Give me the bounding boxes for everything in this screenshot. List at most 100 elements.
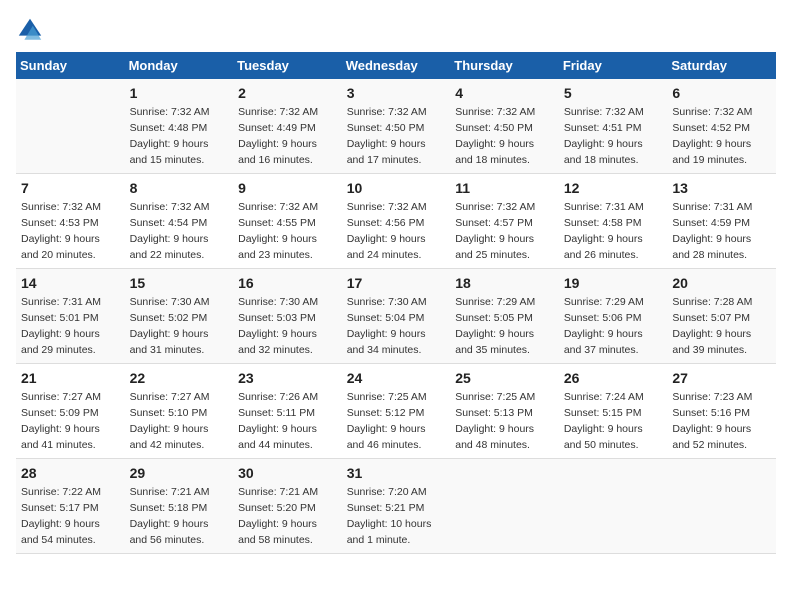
sunrise-info: Sunrise: 7:24 AM xyxy=(564,391,644,403)
sunset-info: Sunset: 4:48 PM xyxy=(130,122,208,134)
calendar-cell-w1-d6: 5Sunrise: 7:32 AMSunset: 4:51 PMDaylight… xyxy=(559,79,668,174)
sunrise-info: Sunrise: 7:32 AM xyxy=(455,106,535,118)
calendar-cell-w5-d3: 30Sunrise: 7:21 AMSunset: 5:20 PMDayligh… xyxy=(233,459,342,554)
sunrise-info: Sunrise: 7:26 AM xyxy=(238,391,318,403)
sunset-info: Sunset: 4:50 PM xyxy=(347,122,425,134)
sunrise-info: Sunrise: 7:28 AM xyxy=(672,296,752,308)
sunrise-info: Sunrise: 7:30 AM xyxy=(238,296,318,308)
daylight-info: Daylight: 9 hours and 50 minutes. xyxy=(564,423,643,451)
logo-icon xyxy=(16,16,44,44)
daylight-info: Daylight: 9 hours and 16 minutes. xyxy=(238,138,317,166)
sunset-info: Sunset: 4:55 PM xyxy=(238,217,316,229)
sunrise-info: Sunrise: 7:32 AM xyxy=(455,201,535,213)
daylight-info: Daylight: 9 hours and 18 minutes. xyxy=(455,138,534,166)
calendar-cell-w5-d4: 31Sunrise: 7:20 AMSunset: 5:21 PMDayligh… xyxy=(342,459,451,554)
daylight-info: Daylight: 9 hours and 54 minutes. xyxy=(21,518,100,546)
sunset-info: Sunset: 5:06 PM xyxy=(564,312,642,324)
week-row-1: 1 Sunrise: 7:32 AM Sunset: 4:48 PM Daylight… xyxy=(16,79,776,174)
sunset-info: Sunset: 5:15 PM xyxy=(564,407,642,419)
calendar-cell-w5-d5 xyxy=(450,459,559,554)
day-number: 27 xyxy=(672,368,771,388)
daylight-info: Daylight: 9 hours and 22 minutes. xyxy=(130,233,209,261)
daylight-info: Daylight: 9 hours and 29 minutes. xyxy=(21,328,100,356)
sunrise-info: Sunrise: 7:25 AM xyxy=(455,391,535,403)
sunset-info: Sunset: 4:51 PM xyxy=(564,122,642,134)
day-number: 7 xyxy=(21,178,120,198)
sunrise-info: Sunrise: 7:25 AM xyxy=(347,391,427,403)
day-number: 26 xyxy=(564,368,663,388)
sunset-info: Sunset: 4:49 PM xyxy=(238,122,316,134)
day-number: 14 xyxy=(21,273,120,293)
sunset-info: Sunset: 5:10 PM xyxy=(130,407,208,419)
calendar-cell-w4-d4: 24Sunrise: 7:25 AMSunset: 5:12 PMDayligh… xyxy=(342,364,451,459)
day-number: 17 xyxy=(347,273,446,293)
sunrise-info: Sunrise: 7:30 AM xyxy=(130,296,210,308)
logo xyxy=(16,16,48,44)
calendar-cell-w2-d5: 11 Sunrise: 7:32 AM Sunset: 4:57 PM Dayligh… xyxy=(450,174,559,269)
sunrise-info: Sunrise: 7:32 AM xyxy=(238,201,318,213)
sunrise-info: Sunrise: 7:31 AM xyxy=(672,201,752,213)
calendar-cell-w4-d3: 23Sunrise: 7:26 AMSunset: 5:11 PMDayligh… xyxy=(233,364,342,459)
day-number: 23 xyxy=(238,368,337,388)
day-number: 29 xyxy=(130,463,229,483)
daylight-info: Daylight: 9 hours and 35 minutes. xyxy=(455,328,534,356)
day-number: 30 xyxy=(238,463,337,483)
daylight-info: Daylight: 9 hours and 17 minutes. xyxy=(347,138,426,166)
weekday-header-wednesday: Wednesday xyxy=(342,52,451,79)
sunset-info: Sunset: 5:17 PM xyxy=(21,502,99,514)
sunrise-info: Sunrise: 7:32 AM xyxy=(130,106,210,118)
day-number: 3 xyxy=(347,83,446,103)
sunset-info: Sunset: 4:56 PM xyxy=(347,217,425,229)
sunrise-info: Sunrise: 7:22 AM xyxy=(21,486,101,498)
day-number: 6 xyxy=(672,83,771,103)
day-number: 22 xyxy=(130,368,229,388)
daylight-info: Daylight: 9 hours and 32 minutes. xyxy=(238,328,317,356)
weekday-header-monday: Monday xyxy=(125,52,234,79)
daylight-info: Daylight: 10 hours and 1 minute. xyxy=(347,518,432,546)
day-number: 19 xyxy=(564,273,663,293)
sunset-info: Sunset: 5:16 PM xyxy=(672,407,750,419)
calendar-cell-w4-d2: 22Sunrise: 7:27 AMSunset: 5:10 PMDayligh… xyxy=(125,364,234,459)
sunset-info: Sunset: 5:20 PM xyxy=(238,502,316,514)
daylight-info: Daylight: 9 hours and 28 minutes. xyxy=(672,233,751,261)
day-number: 9 xyxy=(238,178,337,198)
daylight-info: Daylight: 9 hours and 34 minutes. xyxy=(347,328,426,356)
sunset-info: Sunset: 4:58 PM xyxy=(564,217,642,229)
day-number: 1 xyxy=(130,83,229,103)
day-number: 16 xyxy=(238,273,337,293)
sunset-info: Sunset: 4:59 PM xyxy=(672,217,750,229)
calendar-cell-w1-d5: 4 Sunrise: 7:32 AM Sunset: 4:50 PM Daylight… xyxy=(450,79,559,174)
weekday-header-sunday: Sunday xyxy=(16,52,125,79)
sunset-info: Sunset: 5:02 PM xyxy=(130,312,208,324)
sunset-info: Sunset: 4:57 PM xyxy=(455,217,533,229)
calendar-cell-w2-d6: 12 Sunrise: 7:31 AM Sunset: 4:58 PM Dayligh… xyxy=(559,174,668,269)
daylight-info: Daylight: 9 hours and 25 minutes. xyxy=(455,233,534,261)
calendar-cell-w3-d1: 14Sunrise: 7:31 AMSunset: 5:01 PMDayligh… xyxy=(16,269,125,364)
day-number: 4 xyxy=(455,83,554,103)
sunset-info: Sunset: 5:18 PM xyxy=(130,502,208,514)
sunset-info: Sunset: 4:50 PM xyxy=(455,122,533,134)
calendar-cell-w4-d1: 21Sunrise: 7:27 AMSunset: 5:09 PMDayligh… xyxy=(16,364,125,459)
calendar-cell-w5-d6 xyxy=(559,459,668,554)
calendar-cell-w4-d7: 27Sunrise: 7:23 AMSunset: 5:16 PMDayligh… xyxy=(667,364,776,459)
calendar-cell-w3-d3: 16Sunrise: 7:30 AMSunset: 5:03 PMDayligh… xyxy=(233,269,342,364)
daylight-info: Daylight: 9 hours and 19 minutes. xyxy=(672,138,751,166)
sunrise-info: Sunrise: 7:32 AM xyxy=(238,106,318,118)
sunset-info: Sunset: 5:13 PM xyxy=(455,407,533,419)
day-number: 24 xyxy=(347,368,446,388)
sunset-info: Sunset: 5:21 PM xyxy=(347,502,425,514)
calendar-cell-w3-d4: 17Sunrise: 7:30 AMSunset: 5:04 PMDayligh… xyxy=(342,269,451,364)
day-number: 12 xyxy=(564,178,663,198)
sunrise-info: Sunrise: 7:31 AM xyxy=(564,201,644,213)
calendar-cell-w1-d7: 6Sunrise: 7:32 AMSunset: 4:52 PMDaylight… xyxy=(667,79,776,174)
weekday-header-row: SundayMondayTuesdayWednesdayThursdayFrid… xyxy=(16,52,776,79)
weekday-header-friday: Friday xyxy=(559,52,668,79)
daylight-info: Daylight: 9 hours and 26 minutes. xyxy=(564,233,643,261)
calendar-table: SundayMondayTuesdayWednesdayThursdayFrid… xyxy=(16,52,776,554)
day-number: 11 xyxy=(455,178,554,198)
week-row-4: 21Sunrise: 7:27 AMSunset: 5:09 PMDayligh… xyxy=(16,364,776,459)
sunset-info: Sunset: 4:53 PM xyxy=(21,217,99,229)
sunrise-info: Sunrise: 7:32 AM xyxy=(130,201,210,213)
sunrise-info: Sunrise: 7:30 AM xyxy=(347,296,427,308)
daylight-info: Daylight: 9 hours and 52 minutes. xyxy=(672,423,751,451)
